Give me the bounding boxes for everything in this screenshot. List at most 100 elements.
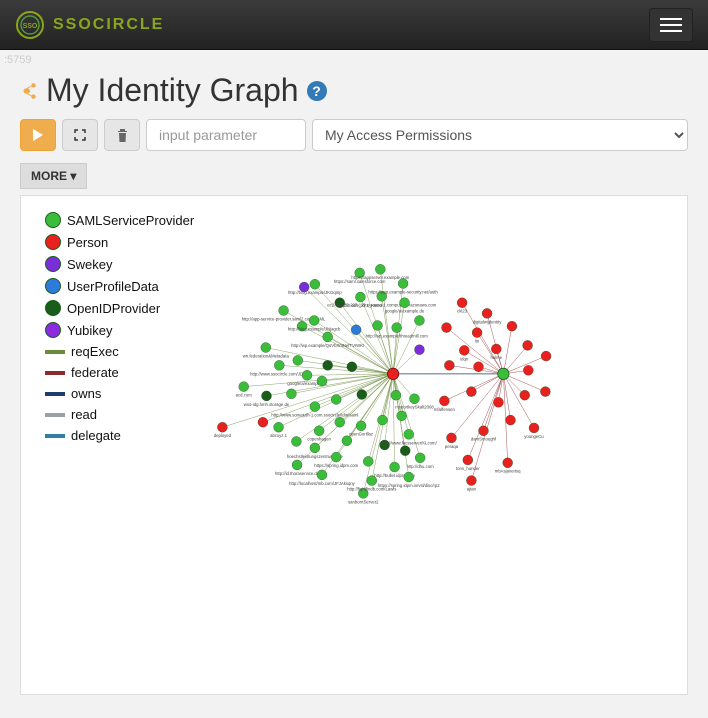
graph-node[interactable] [463,455,473,465]
more-button[interactable]: MORE ▾ [20,163,87,189]
graph-node[interactable] [414,345,424,355]
graph-node[interactable] [375,264,385,274]
svg-text:ec2-54-173-227-122.eu-west-1.c: ec2-54-173-227-122.eu-west-1.compute.ama… [327,302,436,307]
graph-node[interactable] [491,344,501,354]
svg-text:sanborrtServer2: sanborrtServer2 [348,499,379,504]
svg-text:peraqa: peraqa [445,444,459,449]
graph-node[interactable] [302,370,312,380]
svg-text:acd.com: acd.com [236,393,253,398]
legend-node-UserProfileData: UserProfileData [45,278,194,294]
graph-node[interactable] [507,321,517,331]
graph-node[interactable] [493,397,503,407]
query-select[interactable]: My Access Permissions [312,119,688,151]
graph-node[interactable] [323,360,333,370]
graph-node[interactable] [355,292,365,302]
graph-node[interactable] [335,417,345,427]
menu-toggle-button[interactable] [649,8,693,42]
svg-text:ckl23: ckl23 [457,309,468,314]
delete-button[interactable] [104,119,140,151]
graph-node[interactable] [540,387,550,397]
graph-center-person[interactable] [387,368,398,379]
graph-node[interactable] [523,365,533,375]
brand[interactable]: SSO SSOCircle [15,10,164,40]
graph-node[interactable] [261,343,271,353]
parameter-input[interactable] [146,119,306,151]
graph-node[interactable] [466,476,476,486]
graph-node[interactable] [274,360,284,370]
graph-node[interactable] [474,362,484,372]
graph-node[interactable] [351,325,361,335]
graph-node[interactable] [291,436,301,446]
fullscreen-button[interactable] [62,119,98,151]
graph-node[interactable] [239,382,249,392]
graph-node[interactable] [439,396,449,406]
svg-text:youngeCu: youngeCu [524,434,544,439]
graph-node[interactable] [397,411,407,421]
svg-text:ajtan: ajtan [467,487,477,492]
graph-node[interactable] [482,308,492,318]
graph-node[interactable] [466,387,476,397]
caret-down-icon: ▾ [70,169,76,183]
graph-node[interactable] [356,421,366,431]
svg-text:http://www.ssocircle.com/JDisp: http://www.ssocircle.com/JDisp [250,371,309,376]
graph-node[interactable] [415,453,425,463]
graph-node[interactable] [479,426,489,436]
graph-node[interactable] [390,462,400,472]
svg-text:https://spring.idpm.com: https://spring.idpm.com [314,463,358,468]
graph-node[interactable] [286,389,296,399]
graph-node[interactable] [310,402,320,412]
graph-node[interactable] [292,460,302,470]
graph-node[interactable] [357,390,367,400]
graph-node[interactable] [317,376,327,386]
graph-node[interactable] [217,422,227,432]
graph-node[interactable] [317,470,327,480]
legend-edge-federate: federate [45,365,194,380]
graph-node[interactable] [310,279,320,289]
graph-node[interactable] [503,458,513,468]
graph-node[interactable] [506,415,516,425]
graph-node[interactable] [529,423,539,433]
graph-node[interactable] [331,452,341,462]
help-icon[interactable]: ? [307,81,327,101]
graph-node[interactable] [446,433,456,443]
svg-text:http://blog.example/JNjagcb: http://blog.example/JNjagcb [288,326,341,331]
run-button[interactable] [20,119,56,151]
graph-node[interactable] [342,436,352,446]
graph-node[interactable] [377,415,387,425]
graph-node[interactable] [262,391,272,401]
graph-node[interactable] [398,279,408,289]
graph-center-sp[interactable] [498,368,509,379]
graph-node[interactable] [472,328,482,338]
graph-node[interactable] [347,362,357,372]
svg-text:deployed: deployed [214,433,232,438]
graph-node[interactable] [293,355,303,365]
graph-node[interactable] [404,472,414,482]
graph-node[interactable] [274,422,284,432]
graph-node[interactable] [414,316,424,326]
graph-node[interactable] [520,390,530,400]
graph-node[interactable] [258,417,268,427]
play-icon [33,129,43,141]
graph-node[interactable] [310,443,320,453]
graph-node[interactable] [314,426,324,436]
graph-node[interactable] [309,316,319,326]
graph-node[interactable] [279,306,289,316]
graph-node[interactable] [391,390,401,400]
navbar: SSO SSOCircle [0,0,708,50]
graph-node[interactable] [392,323,402,333]
graph-node[interactable] [331,394,341,404]
share-icon[interactable] [20,82,38,100]
graph-node[interactable] [409,394,419,404]
graph-node[interactable] [442,323,452,333]
graph-node[interactable] [523,340,533,350]
graph-node[interactable] [363,456,373,466]
graph-node[interactable] [400,446,410,456]
graph-node[interactable] [459,345,469,355]
graph-node[interactable] [444,360,454,370]
graph-node[interactable] [404,429,414,439]
graph-node[interactable] [457,298,467,308]
graph-node[interactable] [323,332,333,342]
graph-node[interactable] [541,351,551,361]
graph-node[interactable] [372,321,382,331]
graph-node[interactable] [400,298,410,308]
